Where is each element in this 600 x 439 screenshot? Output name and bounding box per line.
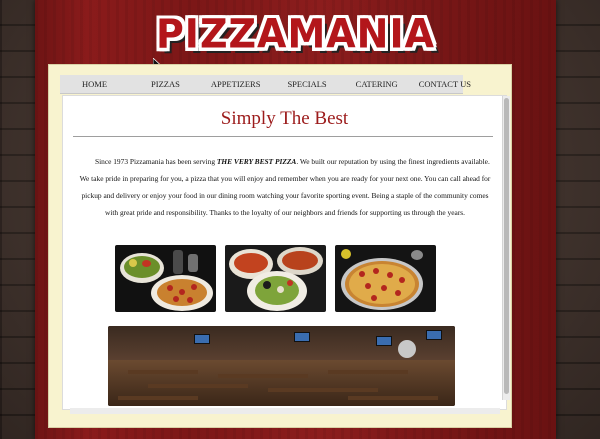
logo-text: PIZZAMANIA xyxy=(155,10,436,58)
nav-item-pizzas[interactable]: PIZZAS xyxy=(151,79,180,89)
intro-emphasis: THE VERY BEST PIZZA xyxy=(216,157,297,166)
scrollbar-thumb[interactable] xyxy=(504,98,509,394)
nav-item-catering[interactable]: CATERING xyxy=(356,79,398,89)
logo[interactable]: PIZZAMANIA xyxy=(35,10,556,58)
photo-salad-and-pizza[interactable] xyxy=(115,245,216,312)
content-scrollbar[interactable] xyxy=(502,96,510,400)
frame-bottom-strip xyxy=(70,408,500,414)
photo-salads[interactable] xyxy=(225,245,326,312)
intro-text-end: . We built our reputation by using the f… xyxy=(79,157,491,217)
nav-item-appetizers[interactable]: APPETIZERS xyxy=(211,79,261,89)
nav-item-contact-us[interactable]: CONTACT US xyxy=(419,79,471,89)
intro-paragraph: Since 1973 Pizzamania has been serving T… xyxy=(79,153,491,221)
main-navigation: HOME PIZZAS APPETIZERS SPECIALS CATERING… xyxy=(60,75,471,94)
intro-text-start: Since 1973 Pizzamania has been serving xyxy=(94,157,217,166)
page-title: Simply The Best xyxy=(220,108,349,129)
main-content: Simply The Best Since 1973 Pizzamania ha… xyxy=(62,95,507,410)
nav-item-home[interactable]: HOME xyxy=(82,79,107,89)
photo-dining-room[interactable] xyxy=(108,326,455,406)
nav-item-specials[interactable]: SPECIALS xyxy=(287,79,326,89)
photo-pepperoni-pizza[interactable] xyxy=(335,245,436,312)
title-divider xyxy=(73,136,493,137)
